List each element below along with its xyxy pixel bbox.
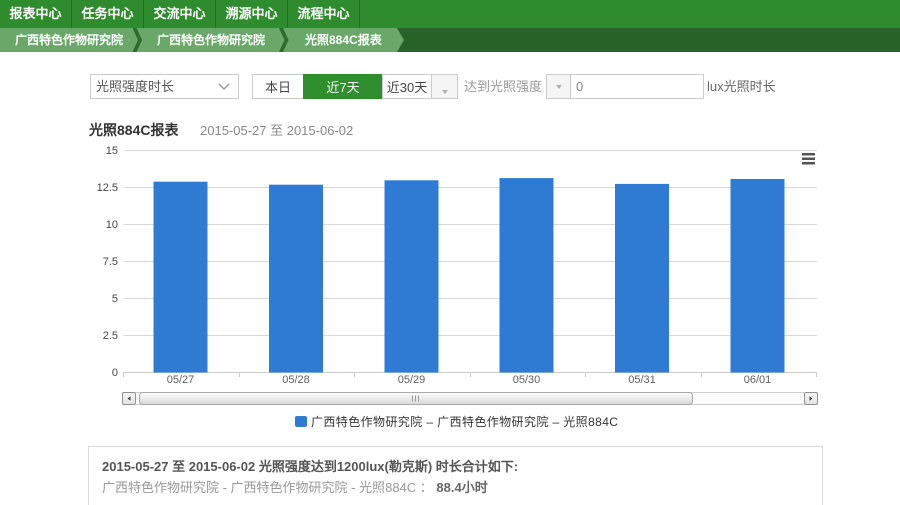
svg-text:05/27: 05/27 — [167, 374, 195, 386]
svg-text:2.5: 2.5 — [103, 330, 118, 342]
svg-text:12.5: 12.5 — [97, 182, 118, 194]
svg-text:05/30: 05/30 — [513, 374, 541, 386]
svg-text:05/28: 05/28 — [282, 374, 310, 386]
svg-text:10: 10 — [106, 219, 118, 231]
svg-text:7.5: 7.5 — [103, 256, 118, 268]
svg-text:0: 0 — [112, 367, 118, 379]
svg-text:广西特色作物研究院 – 广西特色作物研究院 – 光照884C: 广西特色作物研究院 – 广西特色作物研究院 – 光照884C — [311, 414, 618, 429]
svg-text:05/29: 05/29 — [398, 374, 426, 386]
svg-text:5: 5 — [112, 293, 118, 305]
svg-text:05/31: 05/31 — [628, 374, 656, 386]
svg-text:15: 15 — [106, 145, 118, 157]
svg-text:06/01: 06/01 — [744, 374, 772, 386]
